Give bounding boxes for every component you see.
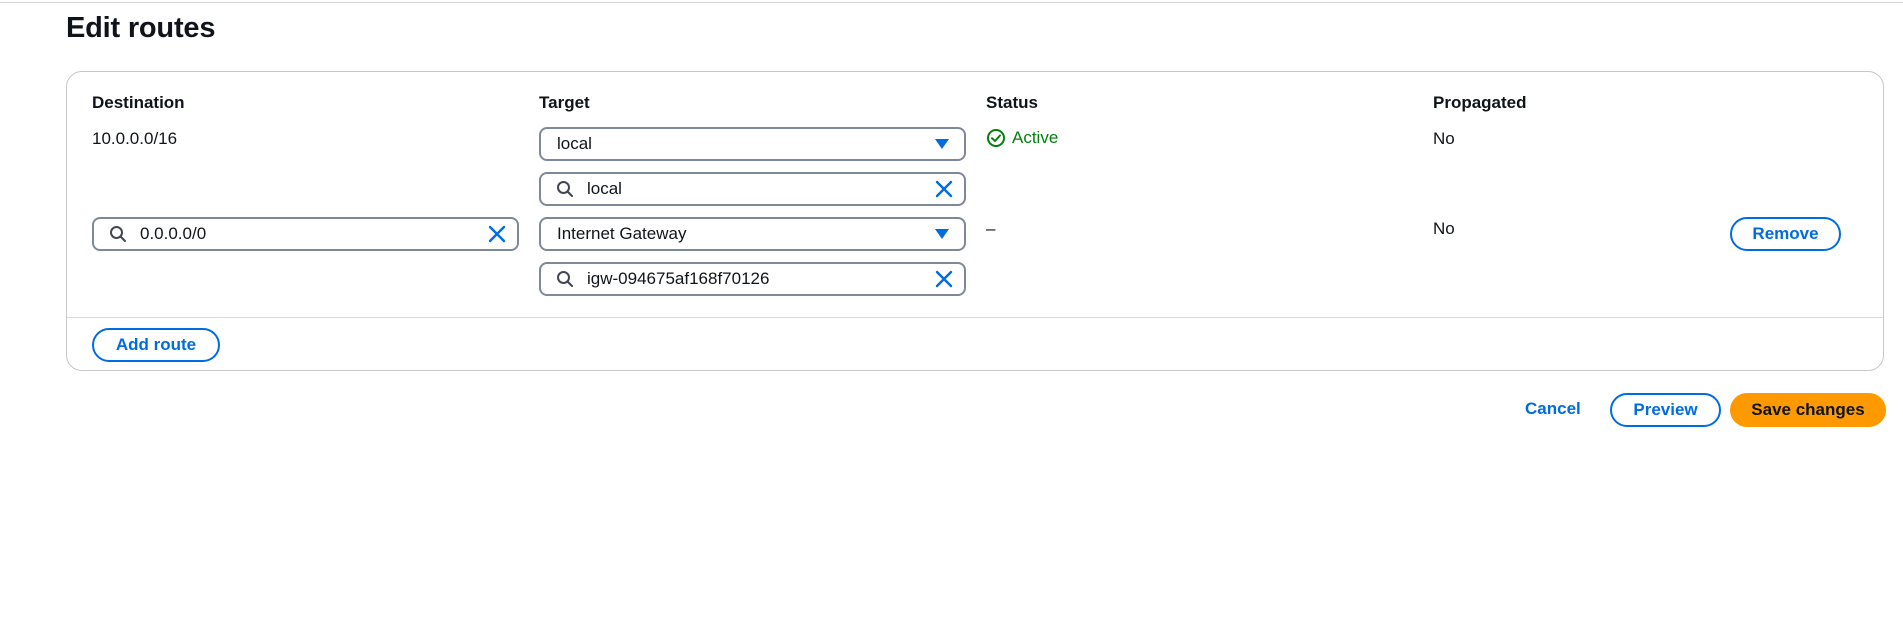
- row1-target-select[interactable]: local: [539, 127, 966, 161]
- page-title: Edit routes: [66, 12, 216, 44]
- row2-destination-value: 0.0.0.0/0: [140, 224, 207, 243]
- caret-down-icon: [932, 224, 952, 244]
- save-changes-button[interactable]: Save changes: [1730, 393, 1886, 427]
- row2-target-select-value: Internet Gateway: [557, 224, 687, 243]
- row1-status: Active: [986, 128, 1058, 148]
- header-status: Status: [986, 93, 1038, 112]
- row2-target-select[interactable]: Internet Gateway: [539, 217, 966, 251]
- panel-divider: [67, 317, 1883, 318]
- row2-destination-search[interactable]: 0.0.0.0/0: [92, 217, 519, 251]
- preview-button[interactable]: Preview: [1610, 393, 1721, 427]
- search-icon: [108, 224, 128, 244]
- add-route-button[interactable]: Add route: [92, 328, 220, 362]
- row2-target-search-value: igw-094675af168f70126: [587, 269, 770, 288]
- remove-route-button[interactable]: Remove: [1730, 217, 1841, 251]
- cancel-button[interactable]: Cancel: [1525, 399, 1581, 419]
- row1-propagated: No: [1433, 129, 1455, 148]
- row2-target-search[interactable]: igw-094675af168f70126: [539, 262, 966, 296]
- row1-status-label: Active: [1012, 128, 1059, 147]
- header-destination: Destination: [92, 93, 185, 112]
- clear-icon[interactable]: [934, 179, 954, 199]
- search-icon: [555, 269, 575, 289]
- header-target: Target: [539, 93, 590, 112]
- row1-destination: 10.0.0.0/16: [92, 129, 178, 148]
- clear-icon[interactable]: [487, 224, 507, 244]
- row1-target-search-value: local: [587, 179, 622, 198]
- row2-status: –: [986, 219, 996, 238]
- row1-target-select-value: local: [557, 134, 592, 153]
- search-icon: [555, 179, 575, 199]
- status-success-icon: [986, 128, 1006, 148]
- row1-target-search[interactable]: local: [539, 172, 966, 206]
- header-propagated: Propagated: [1433, 93, 1527, 112]
- clear-icon[interactable]: [934, 269, 954, 289]
- caret-down-icon: [932, 134, 952, 154]
- top-divider: [0, 2, 1903, 3]
- row2-propagated: No: [1433, 219, 1455, 238]
